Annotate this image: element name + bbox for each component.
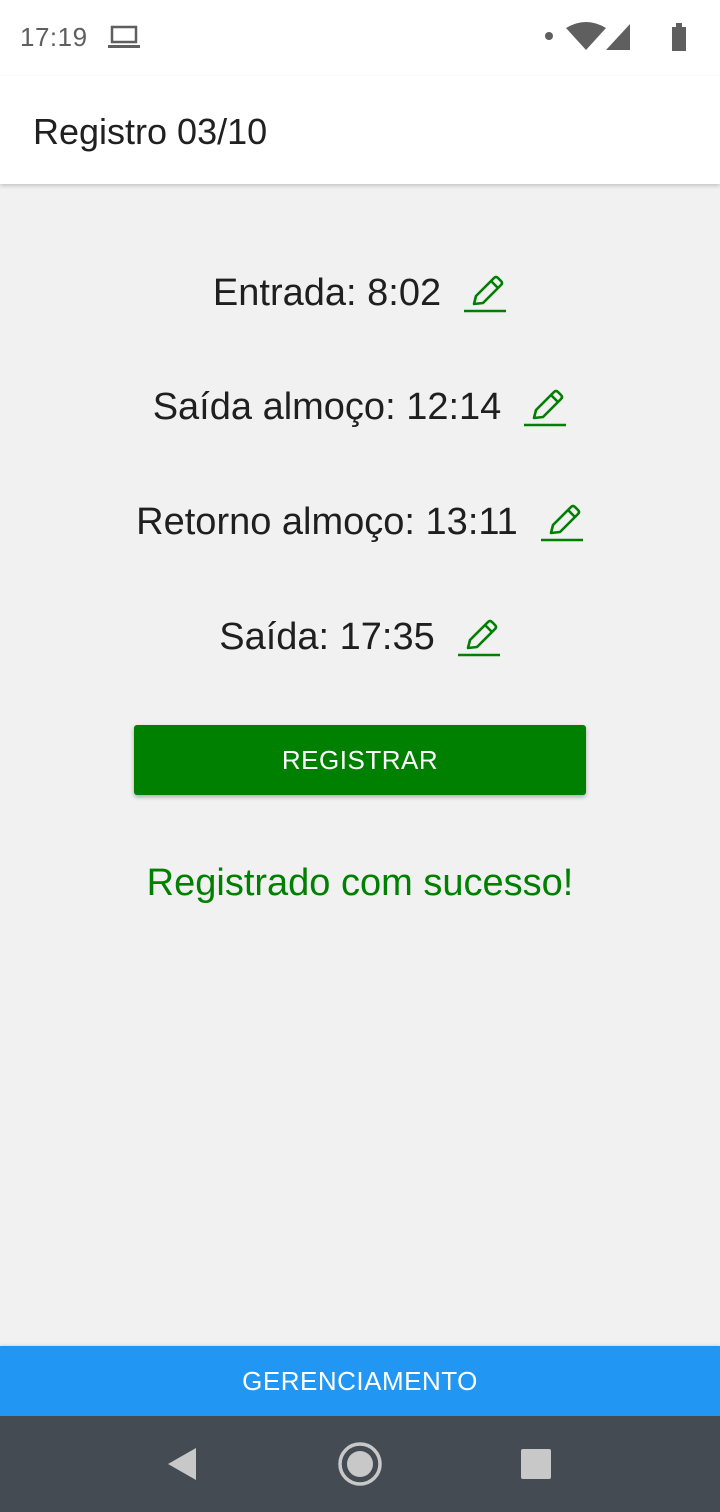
status-bar: 17:19 <box>0 0 720 76</box>
entry-label: Saída almoço: <box>152 385 407 428</box>
entry-text: Saída almoço: 12:14 <box>153 386 502 429</box>
home-icon[interactable] <box>336 1440 384 1488</box>
laptop-icon <box>108 25 140 48</box>
notification-dot-icon <box>545 32 553 40</box>
wifi-icon <box>566 22 606 50</box>
entry-text: Retorno almoço: 13:11 <box>136 501 518 544</box>
entry-time: 17:35 <box>339 615 435 658</box>
battery-icon <box>672 23 686 51</box>
status-icons <box>545 22 686 51</box>
main-content: Entrada: 8:02 Saída almoço: 12:14 Retorn… <box>0 184 720 1346</box>
status-time: 17:19 <box>20 22 88 52</box>
cell-signal-icon <box>606 24 630 50</box>
register-button[interactable]: REGISTRAR <box>134 725 586 795</box>
entry-row-saida-almoco: Saída almoço: 12:14 <box>0 377 720 437</box>
app-bar: Registro 03/10 <box>0 76 720 184</box>
recents-icon[interactable] <box>512 1440 560 1488</box>
pencil-edit-icon[interactable] <box>523 384 567 430</box>
pencil-edit-icon[interactable] <box>457 614 501 660</box>
entry-row-entrada: Entrada: 8:02 <box>0 263 720 323</box>
pencil-edit-icon[interactable] <box>463 270 507 316</box>
management-button[interactable]: GERENCIAMENTO <box>0 1346 720 1416</box>
entry-label: Retorno almoço: <box>136 500 426 543</box>
entry-row-retorno-almoco: Retorno almoço: 13:11 <box>0 492 720 552</box>
entry-label: Entrada: <box>212 271 368 314</box>
success-message: Registrado com sucesso! <box>146 862 574 904</box>
back-icon[interactable] <box>158 1440 206 1488</box>
entry-time: 13:11 <box>425 500 518 543</box>
system-nav-bar <box>0 1416 720 1512</box>
entry-time: 8:02 <box>367 271 442 314</box>
entry-time: 12:14 <box>406 385 502 428</box>
entry-text: Saída: 17:35 <box>219 616 435 659</box>
page-title: Registro 03/10 <box>33 111 268 152</box>
entry-label: Saída: <box>219 615 340 658</box>
entry-text: Entrada: 8:02 <box>213 272 441 315</box>
entry-row-saida: Saída: 17:35 <box>0 607 720 667</box>
pencil-edit-icon[interactable] <box>540 499 584 545</box>
